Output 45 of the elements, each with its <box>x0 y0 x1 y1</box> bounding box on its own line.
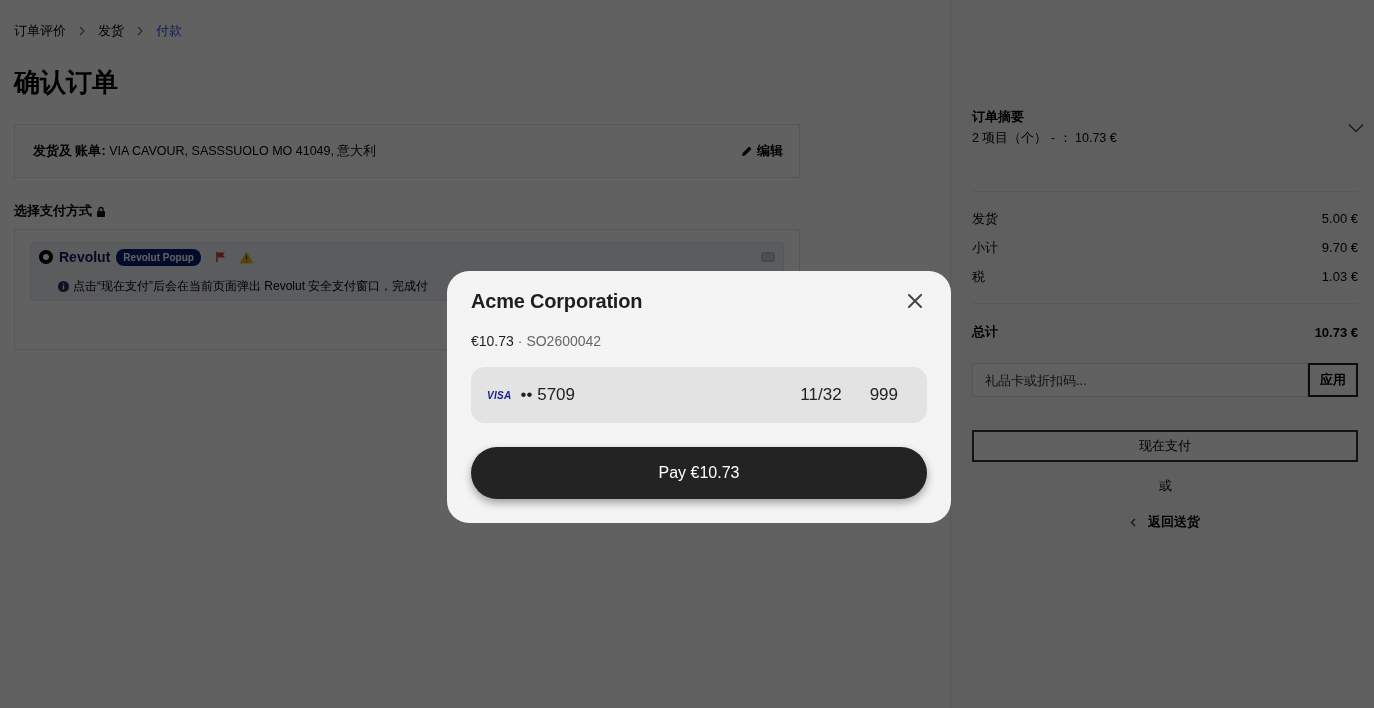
method-badge: Revolut Popup <box>116 248 201 266</box>
card-icon <box>761 252 775 262</box>
close-icon[interactable] <box>908 294 922 308</box>
order-reference: · SO2600042 <box>517 333 602 349</box>
flag-icon <box>214 251 227 263</box>
radio-button[interactable] <box>39 250 53 264</box>
back-link[interactable]: 返回送货 <box>1130 513 1200 531</box>
discount-code-field[interactable]: 礼品卡或折扣码... <box>972 363 1308 397</box>
summary-amount: 9.70 € <box>1321 240 1358 255</box>
address-text: 发货及 账单: VIA CAVOUR, SASSSUOLO MO 41049, 意大利 <box>33 142 378 160</box>
expiry-field[interactable]: 11/32 <box>800 385 842 405</box>
lock-icon <box>96 205 106 217</box>
card-details-field[interactable]: VISA •• 5709 11/32 999 <box>471 367 927 423</box>
apply-button[interactable]: 应用 <box>1308 363 1358 397</box>
chevron-right-icon <box>136 26 144 36</box>
payment-amount: €10.73 <box>471 333 514 349</box>
pencil-icon <box>741 145 753 157</box>
page-title: 确认订单 <box>14 66 118 98</box>
section-heading: 选择支付方式 <box>14 202 92 220</box>
pay-now-button[interactable]: 现在支付 <box>972 430 1358 462</box>
card-brand-logo: VISA <box>487 389 512 401</box>
total-label: 总计 <box>972 323 998 341</box>
cvc-field[interactable]: 999 <box>869 385 898 405</box>
edit-button[interactable]: 编辑 <box>741 142 783 160</box>
chevron-right-icon <box>78 26 86 36</box>
summary-details: 2 项目（个） - ： 10.73 € <box>972 130 1117 147</box>
or-text: 或 <box>1158 477 1172 495</box>
breadcrumb-link[interactable]: 发货 <box>98 22 124 40</box>
chevron-down-icon[interactable] <box>1348 122 1364 133</box>
warning-icon <box>238 250 254 264</box>
summary-title: 订单摘要 <box>972 108 1024 126</box>
summary-label: 税 <box>972 267 985 286</box>
summary-label: 小计 <box>972 238 998 257</box>
total-amount: 10.73 € <box>1314 324 1358 340</box>
card-number-field[interactable]: •• 5709 <box>520 385 575 404</box>
summary-amount: 1.03 € <box>1321 269 1358 284</box>
breadcrumb-link[interactable]: 付款 <box>156 22 182 40</box>
chevron-left-icon <box>1130 517 1136 527</box>
summary-amount: 5.00 € <box>1321 211 1358 226</box>
pay-button[interactable]: Pay €10.73 <box>471 447 927 499</box>
summary-label: 发货 <box>972 209 998 228</box>
method-note: 点击“现在支付”后会在当前页面弹出 Revolut 安全支付窗口，完成付 <box>73 277 429 295</box>
info-icon <box>58 280 69 292</box>
breadcrumb-link[interactable]: 订单评价 <box>14 22 66 40</box>
method-name: Revolut <box>59 249 111 265</box>
